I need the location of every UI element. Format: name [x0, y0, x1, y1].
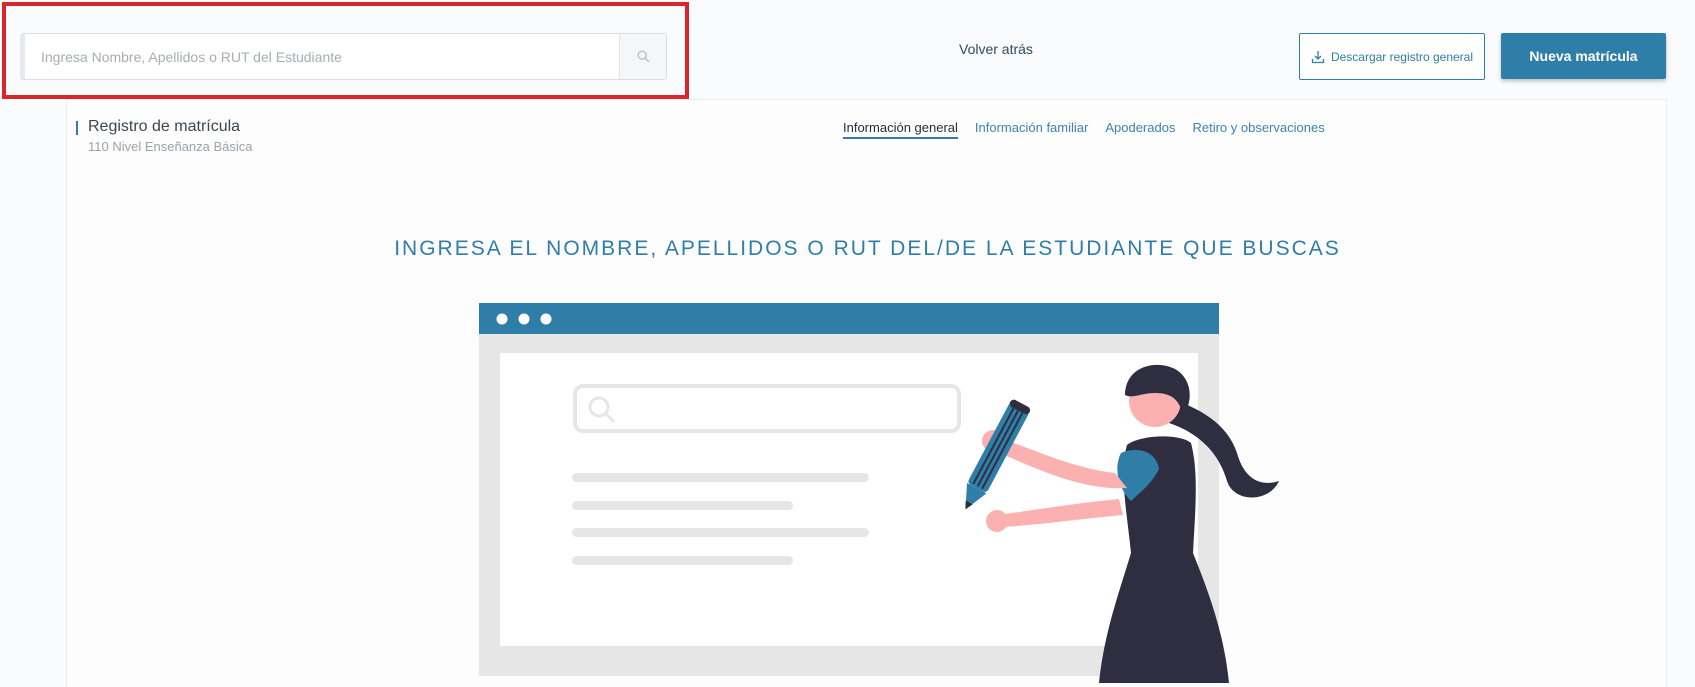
new-enrollment-button[interactable]: Nueva matrícula [1501, 33, 1666, 79]
tab-informacion-familiar[interactable]: Información familiar [975, 120, 1088, 139]
search-icon [636, 50, 649, 63]
search-box [20, 33, 667, 80]
download-register-button[interactable]: Descargar registro general [1299, 33, 1485, 80]
tab-bar: Información general Información familiar… [843, 120, 1325, 139]
download-icon [1311, 50, 1325, 63]
empty-state-heading: INGRESA EL NOMBRE, APELLIDOS O RUT DEL/D… [394, 237, 1341, 260]
main-card: Registro de matrícula 110 Nivel Enseñanz… [66, 99, 1667, 687]
browser-window-graphic [479, 303, 1219, 676]
tab-retiro-observaciones[interactable]: Retiro y observaciones [1192, 120, 1324, 139]
page: Volver atrás Descargar registro general … [0, 0, 1695, 687]
search-illustration [479, 303, 1279, 683]
tab-apoderados[interactable]: Apoderados [1105, 120, 1175, 139]
card-subtitle: 110 Nivel Enseñanza Básica [88, 139, 253, 154]
search-input[interactable] [25, 34, 622, 79]
card-title: Registro de matrícula [88, 118, 241, 135]
download-button-label: Descargar registro general [1330, 49, 1474, 64]
search-button[interactable] [619, 34, 666, 79]
tab-informacion-general[interactable]: Información general [843, 120, 958, 139]
title-accent-bar [76, 121, 78, 135]
back-link[interactable]: Volver atrás [959, 41, 1033, 57]
top-bar: Volver atrás Descargar registro general … [0, 0, 1695, 100]
